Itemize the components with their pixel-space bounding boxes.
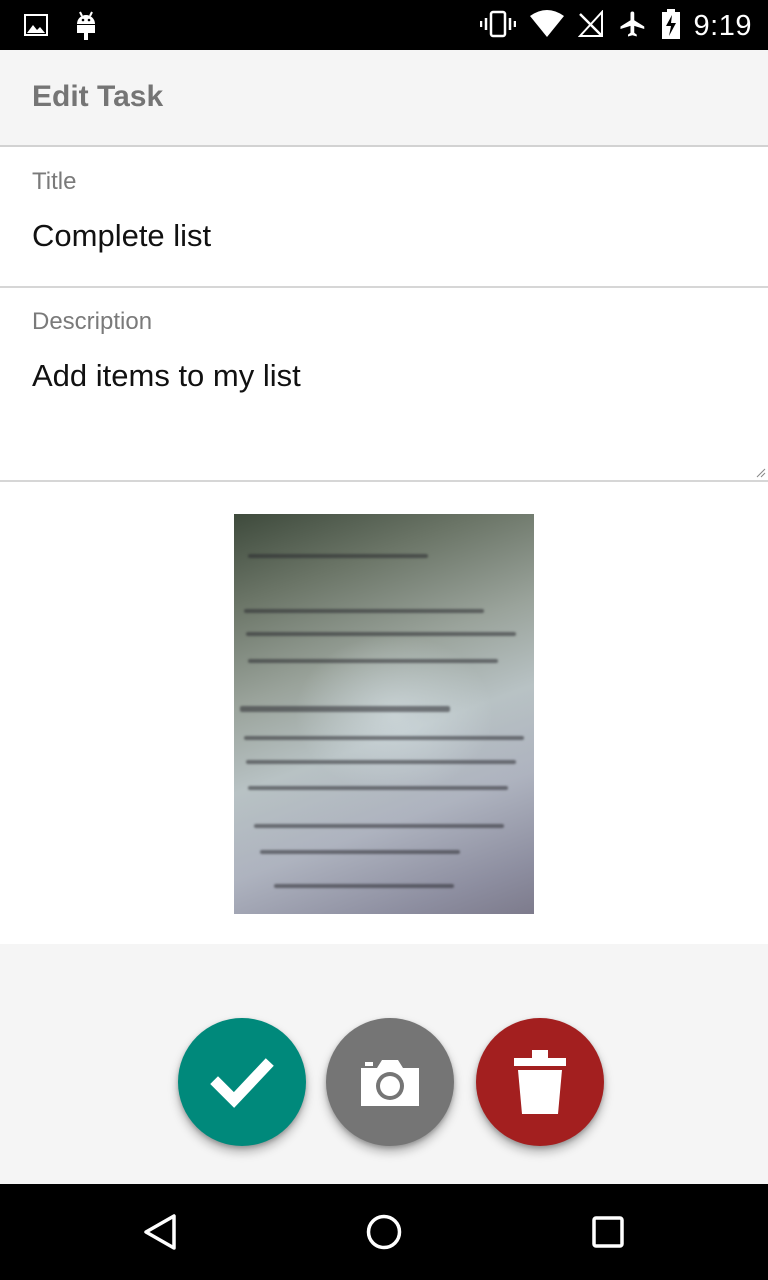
recents-icon [592,1216,624,1248]
resize-grip-icon[interactable] [756,468,766,478]
status-bar: 9:19 [0,0,768,50]
check-icon [210,1058,274,1108]
camera-icon [361,1060,419,1106]
actions-area [0,944,768,1184]
photo-text-line [244,736,524,740]
photo-text-line [248,554,428,558]
title-field[interactable]: Title Complete list [0,148,768,288]
camera-button[interactable] [326,1018,454,1146]
title-label: Title [32,168,77,195]
photo-text-line [274,884,454,888]
trash-icon [514,1050,566,1114]
vibrate-icon [479,10,516,43]
back-button[interactable] [138,1210,182,1254]
photo-text-line [254,824,504,828]
delete-button[interactable] [476,1018,604,1146]
description-field[interactable]: Description Add items to my list [0,288,768,482]
description-label: Description [32,308,153,335]
battery-charging-icon [661,9,680,44]
airplane-mode-icon [618,9,648,44]
back-icon [144,1214,176,1250]
home-icon [366,1214,402,1250]
recents-button[interactable] [586,1210,630,1254]
photo-text-line [248,659,498,663]
photo-text-line [248,786,508,790]
photo-text-line [260,850,460,854]
wifi-icon [529,10,564,43]
image-notification-icon [24,13,48,42]
description-input[interactable]: Add items to my list [32,358,301,394]
android-notification-icon [74,10,98,45]
page-title: Edit Task [32,80,164,113]
home-button[interactable] [362,1210,406,1254]
status-clock: 9:19 [693,10,752,42]
title-input[interactable]: Complete list [32,218,211,254]
save-button[interactable] [178,1018,306,1146]
photo-text-line [246,632,516,636]
app-bar: Edit Task [0,50,768,147]
photo-text-line [240,706,450,712]
photo-glare [294,634,494,794]
photo-area [0,482,768,944]
task-photo[interactable] [234,514,534,914]
photo-text-line [244,609,484,613]
system-nav-bar [0,1184,768,1280]
photo-text-line [246,760,516,764]
no-signal-icon [577,9,604,43]
